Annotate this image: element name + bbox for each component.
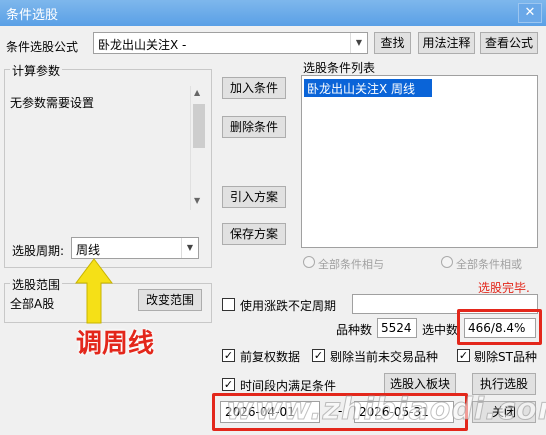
title-bar: 条件选股 ✕ xyxy=(0,0,546,26)
exclude-untraded-label: 剔除当前未交易品种 xyxy=(330,350,439,364)
params-group-label: 计算参数 xyxy=(10,62,63,79)
params-scrollbar[interactable]: ▲ ▼ xyxy=(190,86,206,210)
or-radio[interactable] xyxy=(441,256,453,268)
uncertain-period-checkbox[interactable] xyxy=(222,298,235,311)
add-condition-button[interactable]: 加入条件 xyxy=(222,77,286,99)
total-count-label: 品种数 xyxy=(336,323,373,337)
save-plan-button[interactable]: 保存方案 xyxy=(222,223,286,245)
condition-list[interactable]: 卧龙出山关注X 周线 xyxy=(301,75,538,248)
or-radio-label: 全部条件相或 xyxy=(456,258,522,271)
time-range-checkbox[interactable]: ✓ xyxy=(222,378,235,391)
annotation-text: 调周线 xyxy=(76,329,155,359)
delete-condition-button[interactable]: 删除条件 xyxy=(222,116,286,138)
watermark: www.zhibiaodi.com xyxy=(225,392,546,428)
formula-label: 条件选股公式 xyxy=(6,40,79,54)
chevron-down-icon[interactable]: ▼ xyxy=(350,33,367,53)
range-group-label: 选股范围 xyxy=(10,276,63,293)
params-message: 无参数需要设置 xyxy=(10,96,95,110)
usage-button[interactable]: 用法注释 xyxy=(418,32,475,54)
uncertain-period-label: 使用涨跌不定周期 xyxy=(240,299,337,313)
annotation-arrow-icon xyxy=(75,258,113,324)
find-button[interactable]: 查找 xyxy=(374,32,411,54)
scroll-up-icon[interactable]: ▲ xyxy=(194,88,200,97)
selected-count-label: 选中数 xyxy=(422,323,459,337)
chevron-down-icon[interactable]: ▼ xyxy=(181,238,198,258)
forward-adjust-label: 前复权数据 xyxy=(240,350,301,364)
selected-count-highlight xyxy=(457,309,542,345)
forward-adjust-checkbox[interactable]: ✓ xyxy=(222,349,235,362)
and-radio-label: 全部条件相与 xyxy=(318,258,384,271)
import-plan-button[interactable]: 引入方案 xyxy=(222,186,286,208)
total-count-field: 5524 xyxy=(377,318,417,338)
window-title: 条件选股 xyxy=(6,8,59,23)
period-select[interactable]: 周线 ▼ xyxy=(71,237,199,259)
close-icon[interactable]: ✕ xyxy=(518,3,542,23)
range-value: 全部A股 xyxy=(10,297,55,311)
formula-select[interactable]: 卧龙出山关注X - ▼ xyxy=(93,32,368,54)
period-value: 周线 xyxy=(76,243,101,257)
condition-list-item[interactable]: 卧龙出山关注X 周线 xyxy=(304,79,432,97)
view-formula-button[interactable]: 查看公式 xyxy=(480,32,538,54)
condition-list-label: 选股条件列表 xyxy=(303,61,376,75)
exclude-st-label: 剔除ST品种 xyxy=(474,350,537,364)
and-radio[interactable] xyxy=(303,256,315,268)
exclude-untraded-checkbox[interactable]: ✓ xyxy=(312,349,325,362)
scroll-thumb[interactable] xyxy=(193,104,205,148)
change-range-button[interactable]: 改变范围 xyxy=(138,289,202,311)
exclude-st-checkbox[interactable]: ✓ xyxy=(457,349,470,362)
scroll-down-icon[interactable]: ▼ xyxy=(194,196,200,205)
formula-value: 卧龙出山关注X - xyxy=(98,38,187,52)
period-label: 选股周期: xyxy=(12,244,65,258)
